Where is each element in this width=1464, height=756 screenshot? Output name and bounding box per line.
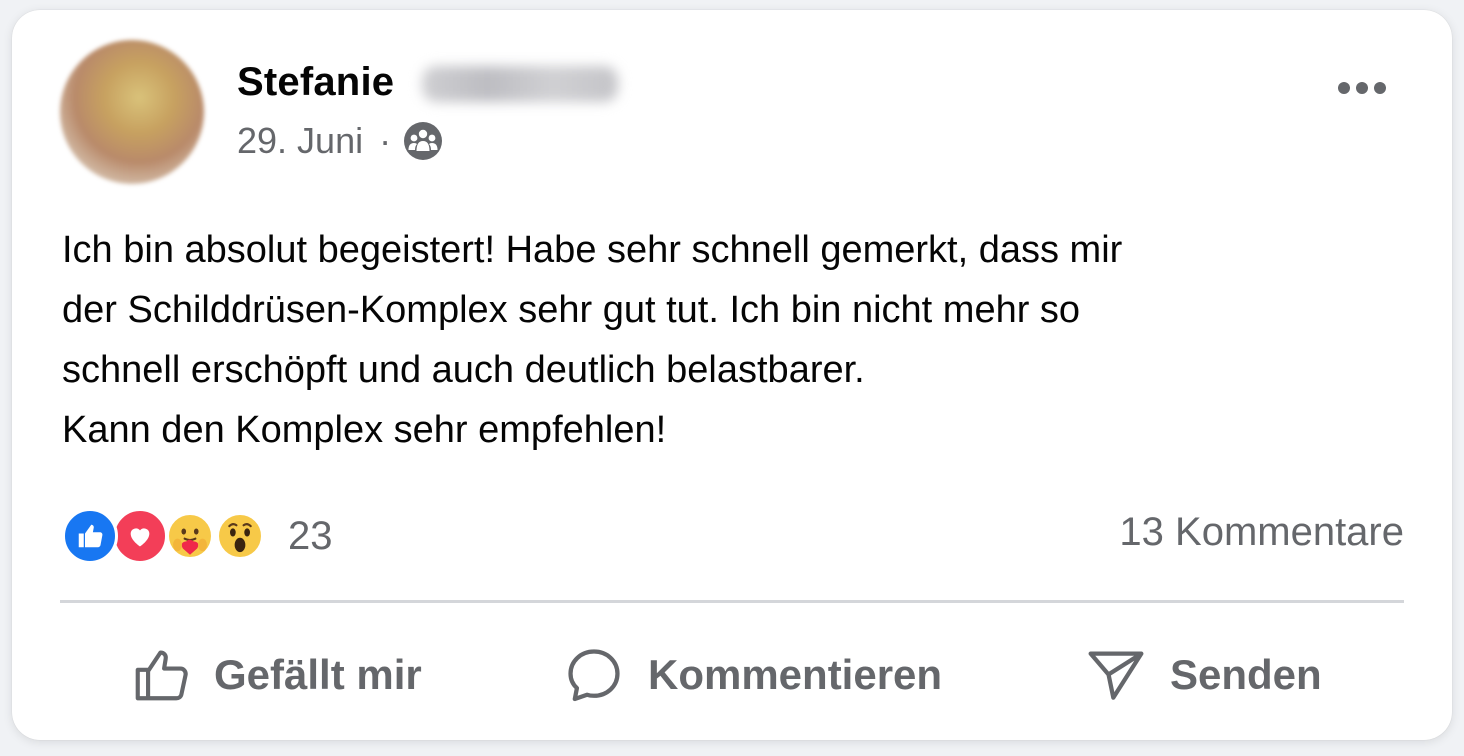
- care-reaction-icon: [162, 508, 218, 564]
- thumbs-up-icon: [135, 650, 188, 701]
- like-button-label: Gefällt mir: [214, 651, 422, 698]
- post-body-line: der Schilddrüsen-Komplex sehr gut tut. I…: [62, 289, 1081, 331]
- post-body: Ich bin absolut begeistert! Habe sehr sc…: [62, 220, 1402, 460]
- post-body-line: Kann den Komplex sehr empfehlen!: [62, 409, 667, 451]
- more-dot-icon: [1338, 82, 1350, 94]
- post-date[interactable]: 29. Juni: [237, 120, 363, 162]
- post-meta: 29. Juni ·: [237, 120, 443, 162]
- group-audience-icon[interactable]: [403, 121, 443, 161]
- send-icon: [1088, 651, 1144, 700]
- post-body-line: Ich bin absolut begeistert! Habe sehr sc…: [62, 229, 1123, 271]
- more-dot-icon: [1356, 82, 1368, 94]
- comment-count-link[interactable]: 13 Kommentare: [1119, 510, 1404, 555]
- more-dot-icon: [1374, 82, 1386, 94]
- author-last-name-redacted: [422, 66, 618, 102]
- like-reaction-icon: [62, 508, 118, 564]
- post-actions: Gefällt mir Kommentieren Senden: [12, 640, 1452, 710]
- wow-reaction-icon: [212, 508, 268, 564]
- love-reaction-icon: [112, 508, 168, 564]
- comment-button[interactable]: Kommentieren: [562, 640, 942, 710]
- send-button-label: Senden: [1170, 651, 1322, 698]
- reaction-summary[interactable]: 23: [62, 506, 333, 566]
- speech-bubble-icon: [568, 649, 620, 702]
- author-name[interactable]: Stefanie: [237, 60, 394, 105]
- post-body-line: schnell erschöpft und auch deutlich bela…: [62, 349, 865, 391]
- meta-separator: ·: [379, 120, 392, 161]
- reaction-count: 23: [288, 513, 333, 558]
- send-button[interactable]: Senden: [1084, 640, 1322, 710]
- comment-button-label: Kommentieren: [648, 651, 943, 698]
- divider: [60, 600, 1404, 603]
- avatar[interactable]: [60, 40, 204, 184]
- more-options-button[interactable]: [1334, 78, 1390, 98]
- like-button[interactable]: Gefällt mir: [130, 640, 422, 710]
- post-card: Stefanie 29. Juni · Ich bin absolut bege…: [12, 10, 1452, 740]
